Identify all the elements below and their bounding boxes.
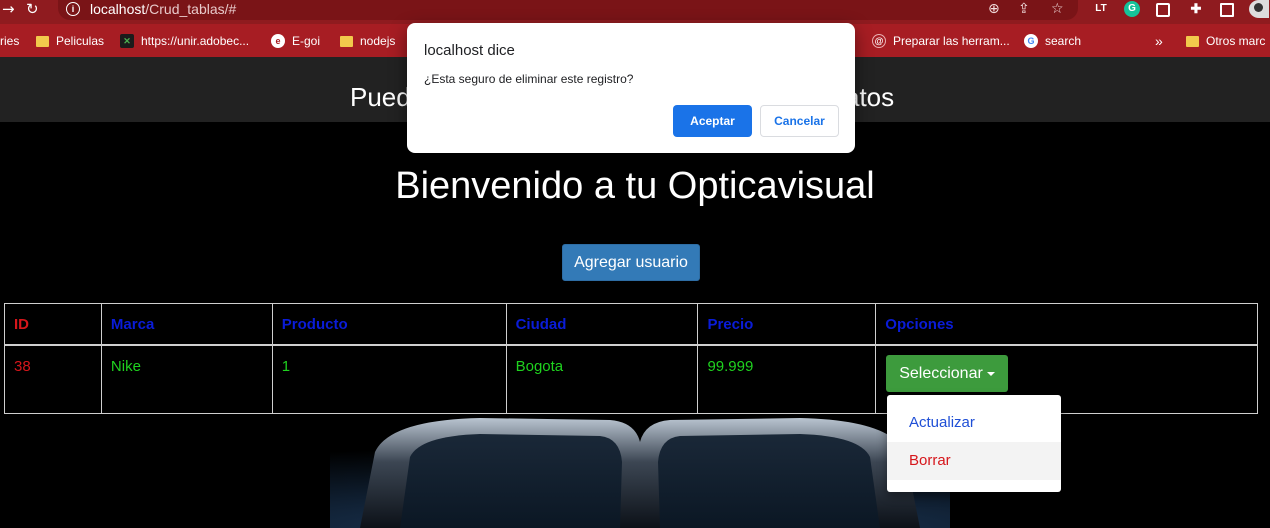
back-arrow-icon[interactable]: →	[2, 0, 15, 20]
confirm-dialog: localhost dice ¿Esta seguro de eliminar …	[407, 23, 855, 153]
navbar-title-left: Pued	[350, 82, 411, 112]
info-icon[interactable]: i	[66, 2, 80, 16]
browser-toolbar: → ↻ i localhost/Crud_tablas/# ⊕ ⇪ ☆ LT G…	[0, 0, 1270, 24]
header-producto: Producto	[271, 303, 507, 346]
sunglasses-image	[330, 412, 950, 528]
table-row: 38 Nike 1 Bogota 99.999	[4, 344, 1258, 414]
grammarly-extension-icon[interactable]: G	[1124, 1, 1140, 17]
puzzle-extensions-icon[interactable]: ✚	[1188, 1, 1204, 17]
select-options-button[interactable]: Seleccionar	[886, 355, 1008, 392]
cancel-button[interactable]: Cancelar	[760, 105, 839, 137]
folder-icon	[1186, 35, 1199, 47]
extension-square-icon[interactable]	[1156, 3, 1170, 17]
header-id: ID	[4, 303, 102, 346]
bookmark-item[interactable]: Otros marc	[1186, 32, 1265, 50]
reload-icon[interactable]: ↻	[26, 0, 39, 20]
bookmark-item[interactable]: Peliculas	[36, 32, 104, 50]
header-ciudad: Ciudad	[505, 303, 699, 346]
dialog-message: ¿Esta seguro de eliminar este registro?	[424, 72, 634, 86]
cell-marca: Nike	[100, 344, 273, 414]
accept-button[interactable]: Aceptar	[673, 105, 752, 137]
url-path: /Crud_tablas/#	[145, 1, 237, 17]
profile-avatar[interactable]	[1249, 0, 1269, 18]
more-bookmarks-chevron[interactable]: »	[1155, 32, 1163, 50]
menu-item-actualizar[interactable]: Actualizar	[887, 404, 1061, 442]
bookmark-label: »	[1155, 33, 1163, 49]
bookmark-label: search	[1045, 34, 1082, 48]
dialog-title: localhost dice	[424, 42, 515, 59]
bookmark-label: Otros marc	[1206, 34, 1266, 48]
header-precio: Precio	[697, 303, 877, 346]
bookmark-item[interactable]: ries	[0, 32, 19, 50]
menu-item-borrar[interactable]: Borrar	[887, 442, 1061, 480]
languagetool-extension-icon[interactable]: LT	[1093, 1, 1109, 17]
select-options-label: Seleccionar	[899, 365, 983, 382]
egoi-icon: e	[271, 34, 285, 48]
page-title: Bienvenido a tu Opticavisual	[395, 165, 875, 207]
adobe-connect-icon: ✕	[120, 34, 134, 48]
share-icon[interactable]: ⇪	[1018, 0, 1030, 18]
url-text: localhost/Crud_tablas/#	[90, 1, 236, 17]
side-panel-icon[interactable]	[1220, 3, 1234, 17]
bookmark-item[interactable]: Gsearch	[1024, 32, 1081, 50]
star-icon[interactable]: ☆	[1051, 0, 1064, 18]
cell-id: 38	[4, 344, 102, 414]
cell-precio: 99.999	[697, 344, 877, 414]
at-icon: @	[872, 34, 886, 48]
address-bar[interactable]: i localhost/Crud_tablas/# ⊕ ⇪ ☆	[58, 0, 1078, 20]
bookmark-label: nodejs	[360, 34, 396, 48]
bookmark-label: E-goi	[292, 34, 321, 48]
table-header-row: ID Marca Producto Ciudad Precio Opciones	[4, 303, 1258, 346]
caret-down-icon	[986, 371, 995, 376]
bookmark-label: Preparar las herram...	[893, 34, 1010, 48]
folder-icon	[340, 35, 353, 47]
google-icon: G	[1024, 34, 1038, 48]
records-table: ID Marca Producto Ciudad Precio Opciones…	[4, 303, 1258, 414]
bookmark-item[interactable]: nodejs	[340, 32, 395, 50]
bookmark-item[interactable]: e E-goi	[271, 32, 320, 50]
bookmark-label: https://unir.adobec...	[141, 34, 250, 48]
cell-ciudad: Bogota	[505, 344, 699, 414]
bookmark-item[interactable]: ✕ https://unir.adobec...	[120, 32, 249, 50]
add-user-button[interactable]: Agregar usuario	[562, 244, 700, 281]
zoom-icon[interactable]: ⊕	[988, 0, 1000, 18]
bookmark-label: ries	[0, 34, 20, 48]
folder-icon	[36, 35, 49, 47]
bookmark-item[interactable]: @ Preparar las herram...	[872, 32, 1010, 50]
header-marca: Marca	[100, 303, 273, 346]
options-dropdown-menu: Actualizar Borrar	[887, 395, 1061, 492]
bookmark-label: Peliculas	[56, 34, 105, 48]
cell-producto: 1	[271, 344, 507, 414]
url-host: localhost	[90, 1, 146, 17]
header-opciones: Opciones	[875, 303, 1258, 346]
